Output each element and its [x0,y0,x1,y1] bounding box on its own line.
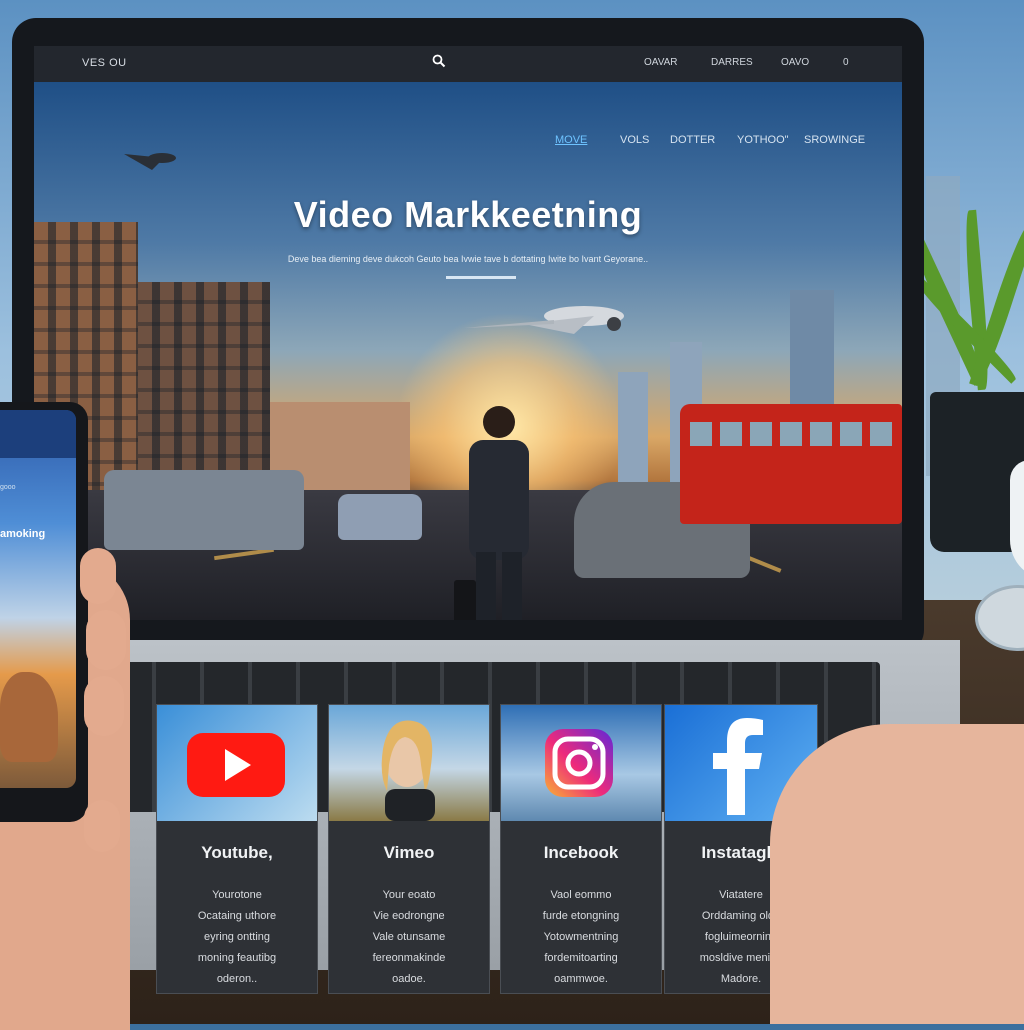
distant-car [338,494,422,540]
phone-screen: gooo amoking [0,410,76,788]
instagram-icon [501,705,661,821]
small-plane [124,153,176,170]
finger [86,610,126,670]
platform-name: Vimeo [383,843,435,862]
platform-name: Youtube, [201,843,273,862]
platform-card-incebook[interactable]: Incebook Vaol eommo furde etongning Yotowm… [500,704,662,994]
tower-1 [618,372,648,492]
dog-image [0,672,58,762]
platform-description: Yourotone Ocataing uthore eyring ontting mo… [197,889,277,985]
building-middle [138,282,270,492]
nav-link-srowinge[interactable]: SROWINGE [804,134,865,146]
nav-link-yothoo[interactable]: YOTHOO" [737,134,789,146]
hero-subtitle: Deve bea dieming deve dukcoh Geuto bea I… [287,254,649,264]
hero-banner: MOVE VOLS DOTTER YOTHOO" SROWINGE Video … [34,82,902,620]
platform-description: Your eoato Vie eodrongne Vale otunsame fere… [372,889,446,985]
finger [80,548,116,604]
red-bus [680,404,902,524]
topbar-link-1[interactable]: OAVAR [644,57,678,68]
hero-divider [446,276,516,279]
finger [84,676,124,736]
airplane [464,306,624,334]
nav-link-move[interactable]: MOVE [555,134,587,146]
right-hand [770,724,1024,1024]
nav-link-dotter[interactable]: DOTTER [670,134,715,146]
vimeo-thumbnail [329,705,489,821]
search-icon[interactable] [432,54,452,74]
phone-header-label: gooo [0,484,16,491]
site-brand[interactable]: VES OU [82,57,127,69]
platform-card-vimeo[interactable]: Vimeo Your eoato Vie eodrongne Vale otunsa… [328,704,490,994]
phone-title: amoking [0,528,46,540]
platform-name: Incebook [543,843,619,862]
laptop-screen: VES OU OAVAR DARRES OAVO 0 MOVE VOLS DOT… [34,46,902,620]
topbar-link-3[interactable]: OAVO [781,57,809,68]
nav-link-vols[interactable]: VOLS [620,134,649,146]
topbar-link-4[interactable]: 0 [843,57,849,68]
suv-car [104,470,304,550]
businessman-figure [454,406,529,620]
hero-title: Video Markkeetning [293,194,643,235]
finger [84,800,120,852]
topbar-link-2[interactable]: DARRES [711,57,753,68]
youtube-icon [157,705,317,821]
platform-cards: Youtube, Yourotone Ocataing uthore eyring … [156,704,818,994]
browser-topbar: VES OU OAVAR DARRES OAVO 0 [34,46,902,82]
platform-card-youtube[interactable]: Youtube, Yourotone Ocataing uthore eyring … [156,704,318,994]
phone-header [0,410,76,458]
platform-description: Vaol eommo furde etongning Yotowmentning fo… [542,889,620,985]
